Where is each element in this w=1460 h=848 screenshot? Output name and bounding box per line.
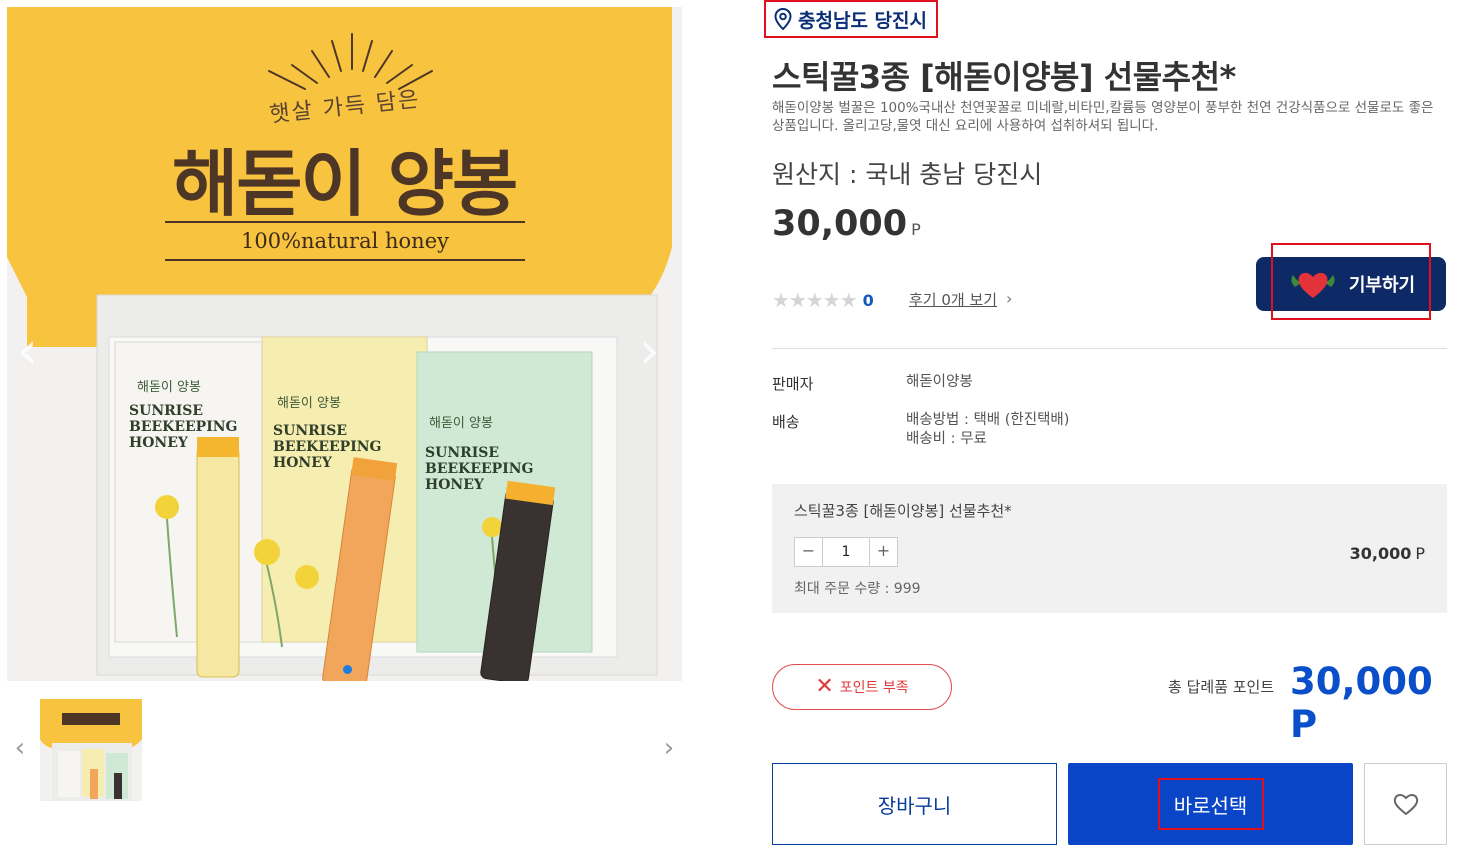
total-points-value: 30,000 P: [1290, 660, 1433, 746]
selected-option-box: 스틱꿀3종 [해돋이양봉] 선물추천* − 1 + 최대 주문 수량 : 999…: [772, 484, 1447, 613]
wishlist-button[interactable]: [1364, 763, 1447, 845]
hero-divider: [165, 259, 525, 261]
svg-text:해돋이 양봉: 해돋이 양봉: [277, 396, 341, 411]
highlight-box: [1271, 243, 1431, 320]
gallery-pagination-dot[interactable]: [343, 665, 352, 674]
shipping-label: 배송: [772, 413, 800, 431]
shipping-method: 배송방법 : 택배 (한진택배): [906, 412, 1070, 428]
product-origin: 원산지 : 국내 충남 당진시: [772, 160, 1043, 189]
option-price-value: 30,000: [1349, 544, 1412, 563]
shipping-fee: 배송비 : 무료: [906, 431, 987, 447]
thumbnail-image[interactable]: [40, 699, 142, 801]
svg-text:해돋이 양봉: 해돋이 양봉: [137, 380, 201, 395]
insufficient-points-badge: ✕ 포인트 부족: [772, 664, 952, 710]
thumb-next-icon[interactable]: ›: [657, 735, 681, 761]
close-icon: ✕: [815, 674, 834, 699]
hero-caption: 햇살 가득 담은 해돋이 양봉 100%natural honey: [7, 7, 682, 307]
seller-label: 판매자: [772, 375, 814, 393]
svg-text:SUNRISE: SUNRISE: [425, 445, 499, 461]
heart-outline-icon: [1393, 794, 1418, 816]
cart-button[interactable]: 장바구니: [772, 763, 1057, 845]
max-order-qty: 최대 주문 수량 : 999: [794, 581, 921, 597]
hero-subtitle: 햇살 가득 담은: [268, 87, 422, 128]
location-badge: 충청남도 당진시: [764, 0, 938, 38]
location-text: 충청남도 당진시: [798, 9, 927, 32]
hero-title: 해돋이 양봉: [172, 142, 518, 226]
quantity-increase-button[interactable]: +: [870, 538, 897, 566]
gallery-next-icon[interactable]: ›: [639, 325, 660, 377]
svg-text:BEEKEEPING: BEEKEEPING: [129, 419, 238, 435]
hero-divider: [165, 221, 525, 223]
option-price: 30,000 P: [1350, 544, 1425, 563]
thumbnail-graphic: [40, 699, 142, 801]
review-link[interactable]: 후기 0개 보기: [909, 289, 997, 310]
chevron-right-icon[interactable]: ›: [1006, 289, 1012, 308]
svg-text:HONEY: HONEY: [129, 435, 189, 451]
location-pin-icon: [774, 8, 792, 30]
price-unit: P: [911, 220, 921, 239]
seller-value: 해돋이양봉: [906, 374, 973, 390]
svg-text:SUNRISE: SUNRISE: [129, 403, 203, 419]
quantity-stepper: − 1 +: [794, 537, 898, 567]
svg-text:해돋이 양봉: 해돋이 양봉: [429, 416, 493, 431]
product-description: 해돋이양봉 벌꿀은 100%국내산 천연꽃꿀로 미네랄,비타민,칼륨등 영양분이…: [772, 100, 1434, 134]
product-price: 30,000 P: [772, 204, 921, 244]
highlight-box: [1158, 778, 1264, 830]
svg-text:BEEKEEPING: BEEKEEPING: [425, 461, 534, 477]
insufficient-points-label: 포인트 부족: [839, 680, 909, 696]
total-points-label: 총 답례품 포인트: [1168, 678, 1275, 696]
rating: ★★★★★ 0: [772, 288, 874, 312]
svg-text:HONEY: HONEY: [273, 455, 333, 471]
quantity-input[interactable]: 1: [822, 538, 870, 566]
hero-english: 100%natural honey: [241, 229, 449, 253]
svg-text:HONEY: HONEY: [425, 477, 485, 493]
option-price-unit: P: [1415, 544, 1425, 563]
gallery-prev-icon[interactable]: ‹: [17, 325, 38, 377]
star-rating-icon: ★★★★★: [772, 288, 858, 312]
product-title: 스틱꿀3종 [해돋이양봉] 선물추천*: [772, 58, 1236, 96]
quantity-decrease-button[interactable]: −: [795, 538, 822, 566]
divider: [772, 348, 1447, 349]
product-image-gallery[interactable]: 해돋이 양봉 해돋이 양봉 해돋이 양봉 SUNRISE BEEKEEPING HO…: [7, 7, 682, 681]
thumb-prev-icon[interactable]: ‹: [8, 735, 32, 761]
svg-text:BEEKEEPING: BEEKEEPING: [273, 439, 382, 455]
svg-text:SUNRISE: SUNRISE: [273, 423, 347, 439]
price-value: 30,000: [772, 204, 908, 244]
option-name: 스틱꿀3종 [해돋이양봉] 선물추천*: [794, 502, 1012, 520]
rating-count: 0: [862, 290, 874, 310]
